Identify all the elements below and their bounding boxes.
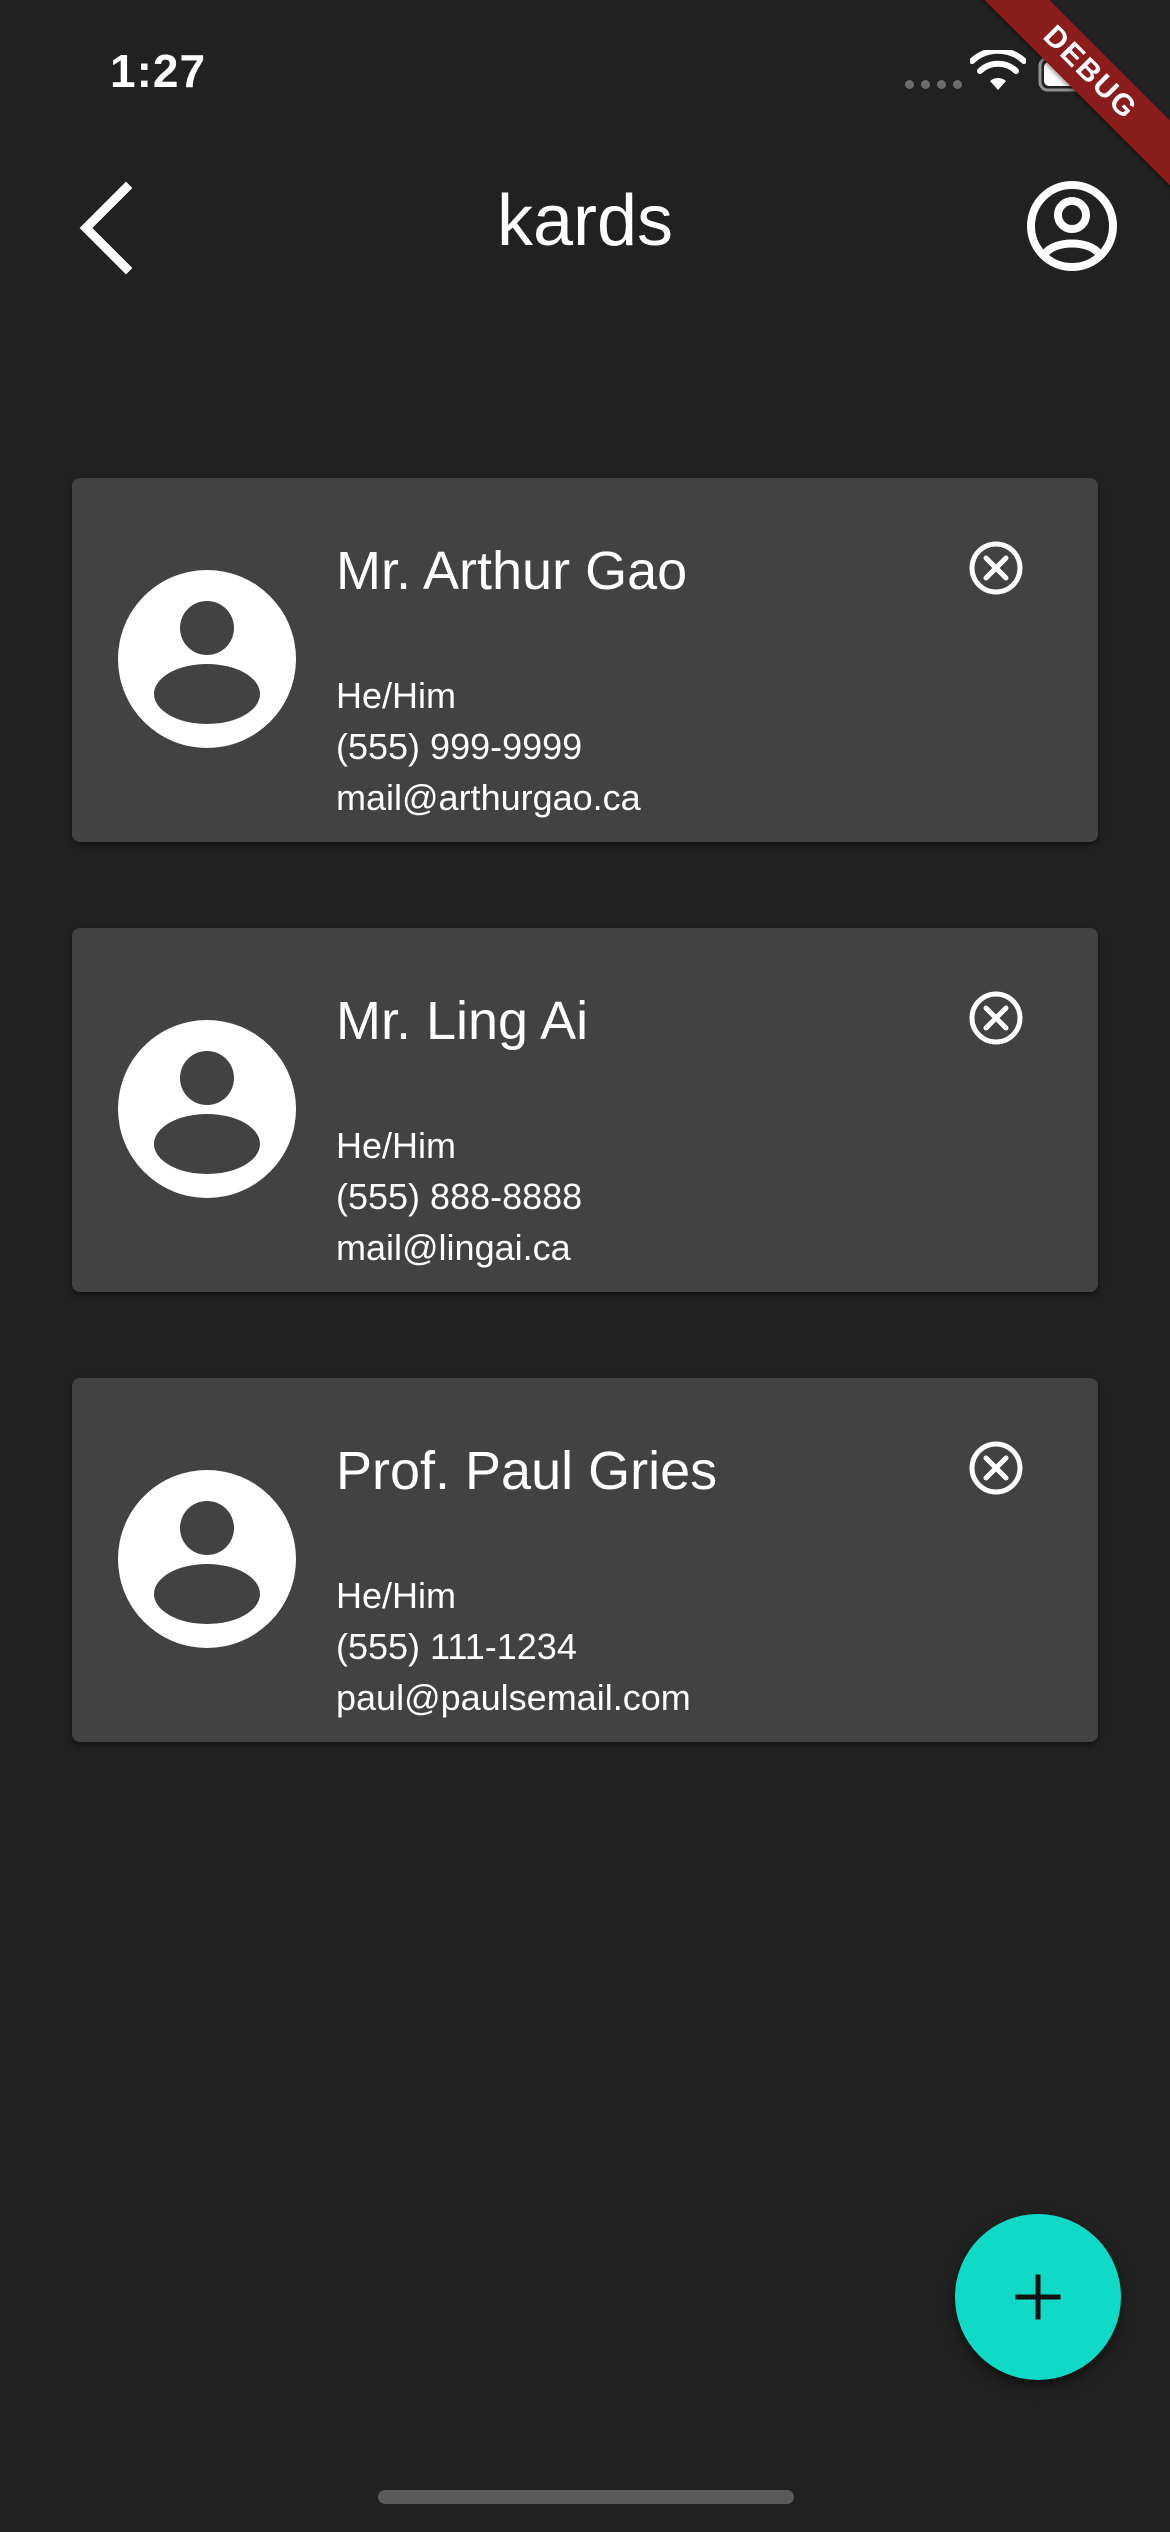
delete-contact-button[interactable]: [968, 990, 1024, 1046]
contact-card[interactable]: Mr. Ling Ai He/Him (555) 888-8888 mail@l…: [72, 928, 1098, 1292]
account-circle-icon: [1027, 181, 1117, 271]
contact-email: mail@arthurgao.ca: [336, 777, 641, 818]
close-circle-icon: [969, 1441, 1023, 1495]
contact-card[interactable]: Mr. Arthur Gao He/Him (555) 999-9999 mai…: [72, 478, 1098, 842]
contact-name: Mr. Arthur Gao: [336, 541, 688, 601]
contact-name: Mr. Ling Ai: [336, 991, 589, 1051]
contact-phone: (555) 999-9999: [336, 726, 583, 767]
close-circle-icon: [969, 991, 1023, 1045]
page-title: kards: [496, 181, 674, 261]
status-bar: 1:27: [0, 0, 1170, 140]
status-time: 1:27: [110, 45, 207, 97]
contact-pronouns: He/Him: [336, 1125, 457, 1166]
plus-icon: [1015, 2274, 1061, 2320]
profile-button[interactable]: [1026, 180, 1118, 272]
contact-email: paul@paulsemail.com: [336, 1677, 691, 1718]
close-circle-icon: [969, 541, 1023, 595]
contact-pronouns: He/Him: [336, 675, 457, 716]
cellular-dots-icon: [905, 80, 962, 89]
contact-pronouns: He/Him: [336, 1575, 457, 1616]
home-indicator[interactable]: [378, 2490, 794, 2504]
contact-details: He/Him (555) 999-9999 mail@arthurgao.ca: [336, 670, 641, 823]
contact-email: mail@lingai.ca: [336, 1227, 571, 1268]
avatar-icon: [118, 1470, 296, 1648]
app-bar: kards: [0, 150, 1170, 300]
contact-card[interactable]: Prof. Paul Gries He/Him (555) 111-1234 p…: [72, 1378, 1098, 1742]
contact-details: He/Him (555) 888-8888 mail@lingai.ca: [336, 1120, 582, 1273]
wifi-icon: [970, 50, 1026, 90]
contact-details: He/Him (555) 111-1234 paul@paulsemail.co…: [336, 1570, 691, 1723]
delete-contact-button[interactable]: [968, 1440, 1024, 1496]
add-contact-button[interactable]: [955, 2214, 1121, 2380]
contact-phone: (555) 111-1234: [336, 1626, 577, 1667]
avatar-icon: [118, 1020, 296, 1198]
contact-name: Prof. Paul Gries: [336, 1441, 718, 1501]
contact-card-list: Mr. Arthur Gao He/Him (555) 999-9999 mai…: [72, 478, 1098, 1828]
delete-contact-button[interactable]: [968, 540, 1024, 596]
contact-phone: (555) 888-8888: [336, 1176, 583, 1217]
avatar-icon: [118, 570, 296, 748]
